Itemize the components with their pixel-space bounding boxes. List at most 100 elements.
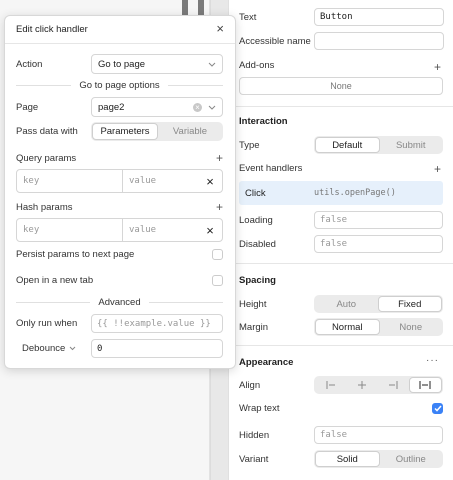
align-center-icon[interactable] [346, 377, 377, 393]
margin-normal-option[interactable]: Normal [315, 319, 380, 335]
remove-query-param-icon[interactable]: × [198, 170, 222, 192]
persist-row: Persist params to next page [16, 249, 223, 260]
text-field[interactable]: Button [314, 8, 444, 26]
align-row: Align [239, 376, 443, 394]
chevron-down-icon [208, 62, 216, 67]
divider [229, 106, 453, 107]
page-value: page2 [98, 101, 125, 113]
divider [16, 85, 72, 86]
variant-outline-option[interactable]: Outline [380, 451, 443, 467]
debounce-row: Debounce 0 [16, 339, 223, 358]
query-key-input[interactable]: key [17, 170, 123, 192]
interaction-title: Interaction [239, 116, 288, 127]
clear-icon[interactable]: × [193, 102, 202, 112]
add-handler-icon[interactable]: + [434, 163, 441, 175]
align-stretch-icon[interactable] [408, 377, 442, 393]
type-row: Type Default Submit [239, 136, 443, 154]
canvas-handle [198, 0, 204, 16]
action-value: Go to page [98, 58, 146, 70]
pass-data-toggle: Parameters Variable [91, 122, 223, 141]
new-tab-checkbox[interactable] [212, 275, 223, 286]
options-heading-text: Go to page options [79, 80, 160, 91]
variant-solid-option[interactable]: Solid [315, 451, 380, 467]
canvas-handle [182, 0, 188, 16]
wrap-label: Wrap text [239, 403, 280, 414]
addons-row: Add-ons [239, 60, 443, 71]
only-run-input[interactable]: {{ !!example.value }} [91, 314, 223, 333]
close-icon[interactable]: × [216, 21, 224, 36]
new-tab-row: Open in a new tab [16, 275, 223, 286]
loading-field[interactable]: false [314, 211, 443, 229]
query-params-row: Query params + [16, 151, 223, 165]
persist-label: Persist params to next page [16, 249, 135, 260]
inspector-panel: Text Button Accessible name Add-ons + No… [228, 0, 453, 480]
persist-checkbox[interactable] [212, 249, 223, 260]
hash-params-row: Hash params + [16, 200, 223, 214]
event-handlers-row: Event handlers [239, 163, 443, 174]
type-default-option[interactable]: Default [315, 137, 380, 153]
type-submit-option[interactable]: Submit [380, 137, 443, 153]
variant-row: Variant Solid Outline [239, 450, 443, 468]
margin-none-option[interactable]: None [380, 319, 443, 335]
handler-event: Click [245, 187, 266, 199]
divider [229, 263, 453, 264]
debounce-label: Debounce [22, 343, 66, 354]
appearance-title: Appearance [239, 357, 294, 368]
align-right-icon[interactable] [378, 377, 409, 393]
divider [5, 43, 235, 44]
page-row: Page page2 × [16, 97, 223, 117]
margin-toggle: Normal None [314, 318, 443, 336]
modal-title: Edit click handler [16, 24, 88, 35]
debounce-dropdown[interactable]: Debounce [16, 343, 91, 354]
new-tab-label: Open in a new tab [16, 275, 94, 286]
more-icon[interactable]: ··· [426, 355, 439, 366]
align-toggle [314, 376, 443, 394]
hidden-label: Hidden [239, 429, 270, 441]
hidden-row: Hidden false [239, 426, 443, 444]
hash-params-label: Hash params [16, 201, 73, 213]
chevron-down-icon [208, 105, 216, 110]
accessible-label: Accessible name [239, 35, 311, 47]
disabled-field[interactable]: false [314, 235, 443, 253]
click-handler-item[interactable]: Click utils.openPage() [239, 181, 443, 205]
pass-data-parameters-option[interactable]: Parameters [92, 123, 158, 140]
action-row: Action Go to page [16, 54, 223, 74]
hash-value-input[interactable]: value [123, 219, 198, 241]
height-auto-option[interactable]: Auto [315, 296, 378, 312]
action-select[interactable]: Go to page [91, 54, 223, 74]
pass-data-label: Pass data with [16, 126, 78, 137]
pass-data-row: Pass data with Parameters Variable [16, 122, 223, 141]
align-left-icon[interactable] [315, 377, 346, 393]
disabled-label: Disabled [239, 238, 276, 250]
height-fixed-option[interactable]: Fixed [377, 296, 442, 312]
variant-toggle: Solid Outline [314, 450, 443, 468]
addons-value-row: None [239, 77, 443, 95]
add-hash-param-icon[interactable]: + [216, 200, 223, 214]
advanced-heading: Advanced [16, 297, 224, 308]
type-label: Type [239, 139, 260, 151]
divider [148, 302, 224, 303]
hash-key-input[interactable]: key [17, 219, 123, 241]
accessible-field[interactable] [314, 32, 444, 50]
hidden-field[interactable]: false [314, 426, 443, 444]
query-value-input[interactable]: value [123, 170, 198, 192]
wrap-checkbox[interactable] [432, 403, 443, 414]
text-row: Text Button [239, 8, 444, 26]
wrap-row: Wrap text [239, 403, 443, 414]
remove-hash-param-icon[interactable]: × [198, 219, 222, 241]
spacing-title: Spacing [239, 275, 276, 286]
variant-label: Variant [239, 453, 269, 465]
add-query-param-icon[interactable]: + [216, 151, 223, 165]
handler-action: utils.openPage() [314, 188, 396, 198]
disabled-row: Disabled false [239, 235, 443, 253]
debounce-input[interactable]: 0 [91, 339, 223, 358]
add-addon-icon[interactable]: + [434, 61, 441, 73]
addons-none-button[interactable]: None [239, 77, 443, 95]
advanced-heading-text: Advanced [98, 297, 141, 308]
options-heading: Go to page options [16, 80, 224, 91]
action-label: Action [16, 58, 43, 70]
page-select[interactable]: page2 × [91, 97, 223, 117]
divider [167, 85, 224, 86]
type-toggle: Default Submit [314, 136, 443, 154]
pass-data-variable-option[interactable]: Variable [158, 123, 222, 140]
